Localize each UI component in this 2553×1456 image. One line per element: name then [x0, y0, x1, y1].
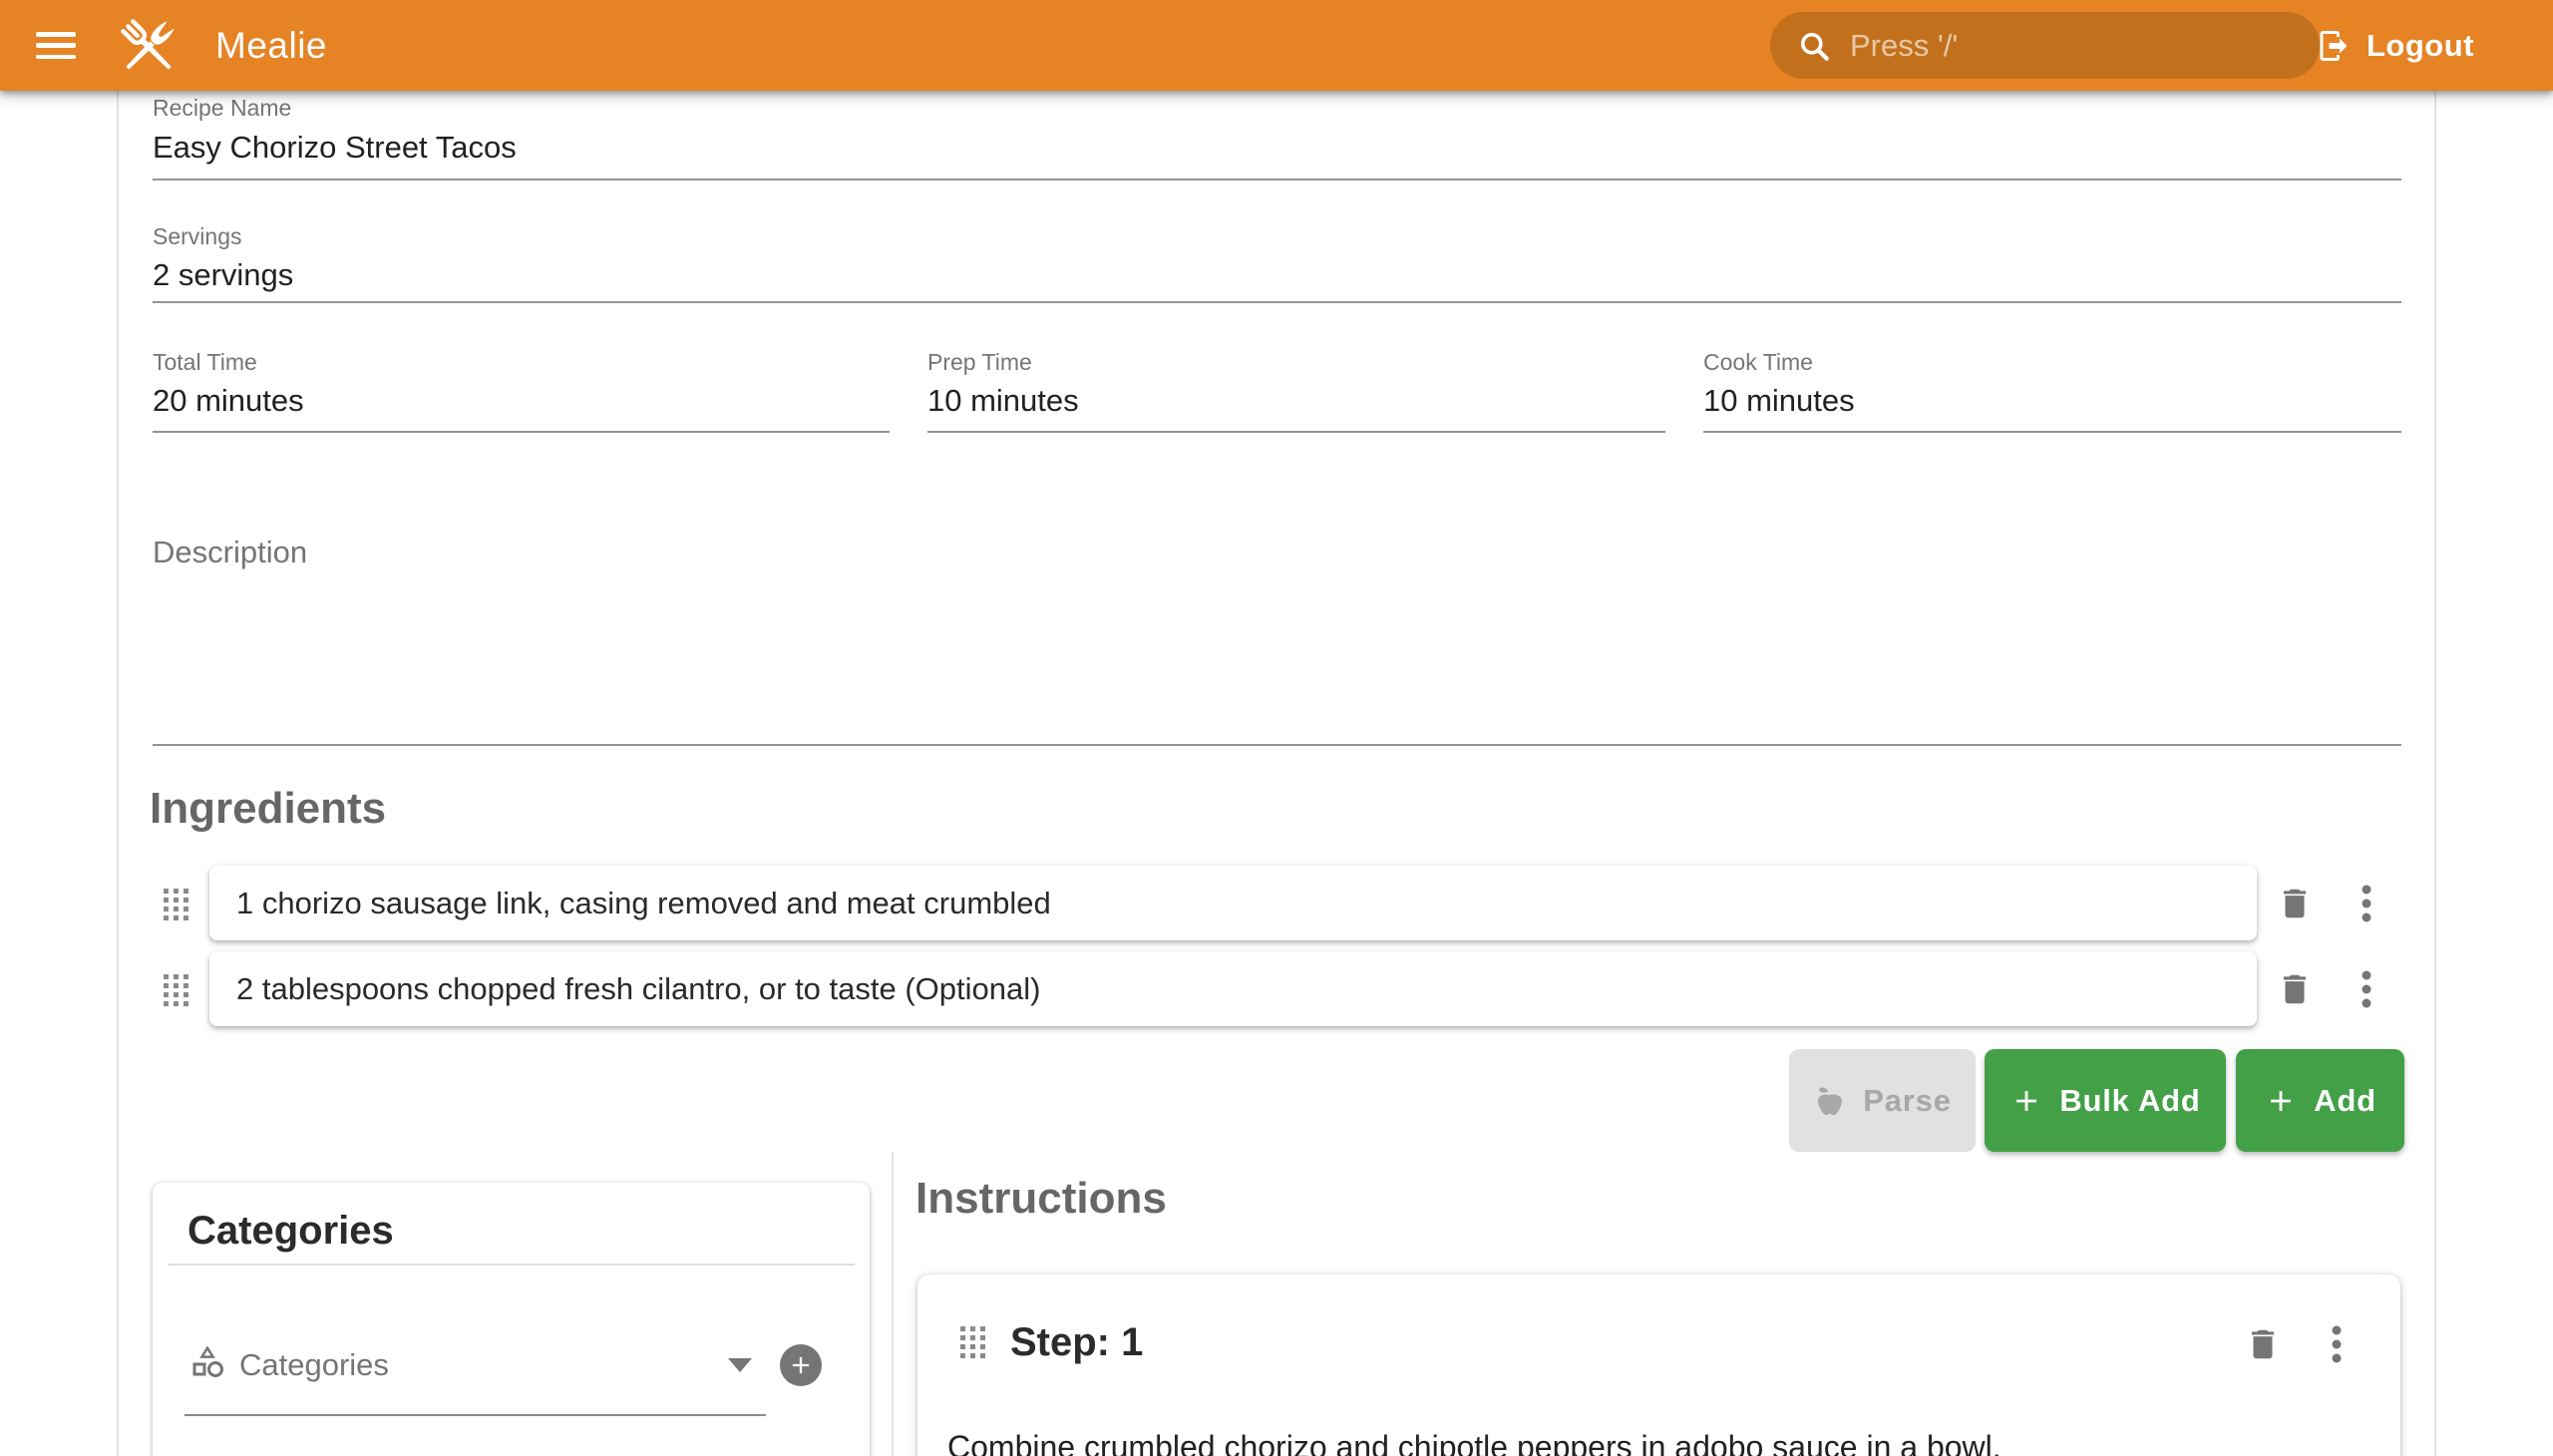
apple-icon: [1813, 1084, 1847, 1118]
content-right-edge: [2434, 91, 2436, 1456]
trash-icon: [2244, 1325, 2282, 1363]
trash-icon: [2276, 970, 2314, 1008]
prep-time-value: 10 minutes: [927, 382, 1665, 419]
description-field[interactable]: Description: [153, 534, 2401, 746]
add-ingredient-button[interactable]: Add: [2236, 1049, 2404, 1152]
search-input[interactable]: Press '/': [1770, 12, 2320, 79]
recipe-name-label: Recipe Name: [153, 95, 2401, 122]
prep-time-label: Prep Time: [927, 349, 1665, 376]
ingredient-menu-button[interactable]: [2347, 884, 2386, 923]
plus-icon: [2009, 1084, 2043, 1118]
bulk-add-label: Bulk Add: [2059, 1083, 2200, 1119]
parse-label: Parse: [1863, 1083, 1951, 1119]
ingredient-input[interactable]: 1 chorizo sausage link, casing removed a…: [209, 866, 2257, 940]
search-icon: [1796, 28, 1832, 64]
logout-label: Logout: [2367, 28, 2474, 64]
select-underline: [184, 1414, 766, 1416]
kebab-menu-icon: [2330, 1324, 2344, 1364]
instructions-heading: Instructions: [915, 1173, 1167, 1225]
recipe-name-field[interactable]: Recipe Name Easy Chorizo Street Tacos: [153, 95, 2401, 181]
cook-time-label: Cook Time: [1703, 349, 2401, 376]
parse-button[interactable]: Parse: [1789, 1049, 1976, 1152]
ingredient-menu-button[interactable]: [2347, 969, 2386, 1009]
recipe-name-value: Easy Chorizo Street Tacos: [153, 129, 2401, 166]
kebab-menu-icon: [2360, 969, 2373, 1009]
drag-handle-icon[interactable]: [163, 888, 190, 921]
servings-value: 2 servings: [153, 256, 2401, 293]
add-category-button[interactable]: [780, 1344, 822, 1386]
app-title: Mealie: [215, 25, 327, 67]
drag-handle-icon[interactable]: [163, 973, 190, 1007]
total-time-field[interactable]: Total Time 20 minutes: [153, 349, 890, 433]
logout-icon: [2316, 28, 2352, 64]
step-text[interactable]: Combine crumbled chorizo and chipotle pe…: [947, 1426, 2344, 1456]
servings-field[interactable]: Servings 2 servings: [153, 223, 2401, 303]
prep-time-field[interactable]: Prep Time 10 minutes: [927, 349, 1665, 433]
description-label: Description: [153, 534, 2401, 570]
ingredient-text: 2 tablespoons chopped fresh cilantro, or…: [236, 971, 1040, 1007]
column-divider: [892, 1152, 894, 1456]
total-time-label: Total Time: [153, 349, 890, 376]
delete-step-button[interactable]: [2243, 1324, 2283, 1364]
app-bar: Mealie Press '/' Logout: [0, 0, 2553, 91]
drag-handle-icon[interactable]: [960, 1326, 986, 1360]
servings-label: Servings: [153, 223, 2401, 250]
step-title: Step: 1: [1010, 1318, 1143, 1366]
mealie-utensils-logo: [114, 12, 183, 82]
plus-icon: [2264, 1084, 2298, 1118]
step-card: Step: 1 Combine crumbled chorizo and chi…: [917, 1274, 2400, 1456]
cook-time-field[interactable]: Cook Time 10 minutes: [1703, 349, 2401, 433]
chevron-down-icon[interactable]: [728, 1358, 752, 1372]
plus-icon: [787, 1351, 815, 1379]
ingredients-heading: Ingredients: [150, 783, 386, 835]
categories-card-title: Categories: [187, 1207, 394, 1255]
search-placeholder: Press '/': [1850, 28, 1958, 64]
shapes-icon: [185, 1342, 229, 1382]
categories-card: Categories Categories: [153, 1183, 870, 1456]
total-time-value: 20 minutes: [153, 382, 890, 419]
mealie-recipe-edit-page: Mealie Press '/' Logout Recipe Name Easy…: [0, 0, 2553, 1456]
bulk-add-button[interactable]: Bulk Add: [1985, 1049, 2226, 1152]
step-menu-button[interactable]: [2317, 1324, 2357, 1364]
categories-select[interactable]: Categories: [239, 1347, 389, 1383]
cook-time-value: 10 minutes: [1703, 382, 2401, 419]
add-label: Add: [2314, 1083, 2376, 1119]
ingredient-text: 1 chorizo sausage link, casing removed a…: [236, 886, 1051, 921]
menu-icon[interactable]: [36, 32, 76, 59]
delete-ingredient-button[interactable]: [2275, 884, 2315, 923]
logout-button[interactable]: Logout: [2316, 17, 2474, 75]
content-left-edge: [117, 91, 119, 1456]
kebab-menu-icon: [2360, 884, 2373, 923]
divider: [168, 1264, 855, 1266]
ingredient-input[interactable]: 2 tablespoons chopped fresh cilantro, or…: [209, 951, 2257, 1026]
trash-icon: [2276, 885, 2314, 922]
delete-ingredient-button[interactable]: [2275, 969, 2315, 1009]
